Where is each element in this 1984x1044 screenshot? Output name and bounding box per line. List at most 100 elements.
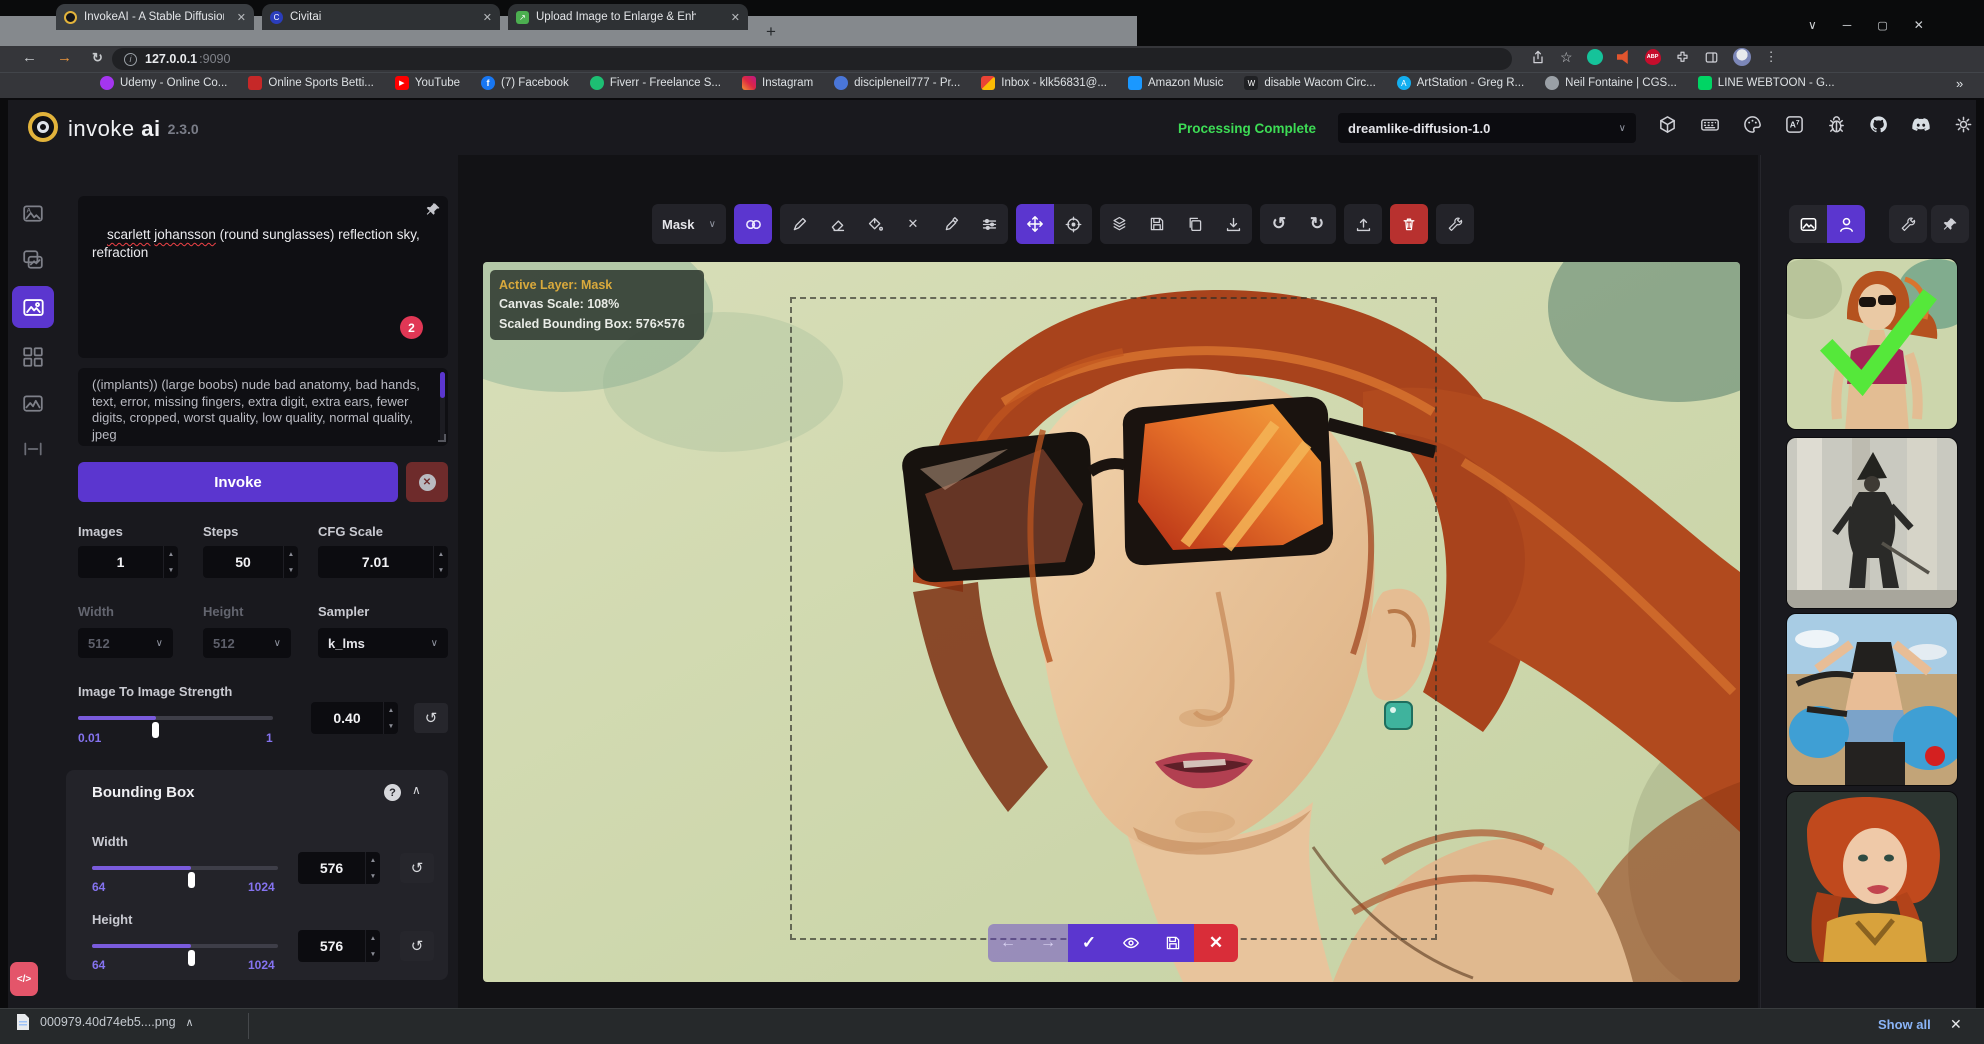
gallery-user-button[interactable] (1827, 205, 1865, 243)
pin-panel-button[interactable] (1931, 205, 1969, 243)
tab-unified-canvas[interactable] (12, 286, 54, 328)
window-close-icon[interactable]: ✕ (1914, 18, 1924, 32)
tab-close-icon[interactable]: ✕ (731, 11, 740, 24)
language-translate-icon[interactable]: A7 (1785, 115, 1804, 134)
reload-icon[interactable]: ↻ (92, 50, 103, 66)
move-tool-button[interactable] (1016, 204, 1054, 244)
bookmark-item[interactable]: Wdisable Wacom Circ... (1244, 76, 1375, 90)
volume-extension-icon[interactable] (1617, 50, 1631, 64)
url-bar[interactable]: i 127.0.0.1 :9090 (112, 48, 1512, 70)
strength-input[interactable]: 0.40▲▼ (311, 702, 398, 734)
puzzle-extension-icon[interactable] (1675, 50, 1690, 65)
cancel-button[interactable]: ✕ (406, 462, 448, 502)
cfg-input[interactable]: 7.01▲▼ (318, 546, 448, 578)
stepper-icons[interactable]: ▲▼ (383, 702, 398, 734)
stepper-icons[interactable]: ▲▼ (283, 546, 298, 578)
slider-handle[interactable] (188, 950, 195, 966)
tab-upload-image[interactable]: ↗ Upload Image to Enlarge & Enha ✕ (508, 4, 748, 30)
bookmark-item[interactable]: Online Sports Betti... (248, 76, 373, 90)
bookmarks-overflow-icon[interactable]: » (1956, 76, 1963, 91)
tab-text-to-image[interactable]: A (14, 194, 52, 232)
tab-civitai[interactable]: C Civitai ✕ (262, 4, 500, 30)
gallery-images-button[interactable] (1789, 205, 1827, 243)
save-staging-button[interactable] (1152, 924, 1194, 962)
bookmark-item[interactable]: discipleneil777 - Pr... (834, 76, 960, 90)
share-icon[interactable] (1530, 49, 1546, 65)
profile-avatar[interactable] (1733, 48, 1751, 66)
next-image-button[interactable]: → (1028, 924, 1068, 962)
help-icon[interactable]: ? (384, 784, 401, 801)
bookmark-item[interactable]: LINE WEBTOON - G... (1698, 76, 1835, 90)
bookmark-item[interactable]: f(7) Facebook (481, 76, 569, 90)
bbox-height-input[interactable]: 576▲▼ (298, 930, 380, 962)
gallery-thumbnail-selected[interactable] (1786, 258, 1958, 430)
download-file-chip[interactable]: 000979.40d74eb5....png ∧ (16, 1014, 194, 1030)
gallery-thumbnail[interactable] (1786, 613, 1958, 786)
tab-invokeai[interactable]: InvokeAI - A Stable Diffusion Too ✕ (56, 4, 254, 30)
tab-search-icon[interactable]: ∨ (1808, 18, 1817, 32)
gallery-thumbnail[interactable] (1786, 791, 1958, 963)
copy-to-clipboard-button[interactable] (1176, 204, 1214, 244)
settings-gear-icon[interactable] (1954, 115, 1973, 134)
bookmark-item[interactable]: Instagram (742, 76, 813, 90)
abp-extension-icon[interactable]: ABP (1645, 49, 1661, 65)
code-toggle-button[interactable]: </> (10, 962, 38, 996)
previous-image-button[interactable]: ← (988, 924, 1028, 962)
tab-postprocessing[interactable] (14, 384, 52, 422)
bookmark-item[interactable]: Udemy - Online Co... (100, 76, 227, 90)
tab-image-to-image[interactable] (14, 240, 52, 278)
collapse-chevron-icon[interactable]: ∧ (412, 783, 421, 797)
bookmark-item[interactable]: AArtStation - Greg R... (1397, 76, 1524, 90)
stepper-icons[interactable]: ▲▼ (163, 546, 178, 578)
reset-view-button[interactable] (1054, 204, 1092, 244)
negative-prompt-scrollbar[interactable] (440, 372, 445, 442)
steps-input[interactable]: 50▲▼ (203, 546, 298, 578)
save-to-gallery-button[interactable] (1138, 204, 1176, 244)
github-icon[interactable] (1869, 115, 1888, 134)
model-manager-cube-icon[interactable] (1658, 115, 1677, 134)
slider-handle[interactable] (152, 722, 159, 738)
brush-options-button[interactable] (970, 204, 1008, 244)
tab-close-icon[interactable]: ✕ (237, 11, 246, 24)
gallery-thumbnail[interactable] (1786, 437, 1958, 609)
stepper-icons[interactable]: ▲▼ (433, 546, 448, 578)
bookmark-item[interactable]: ▶YouTube (395, 76, 460, 90)
erase-bounding-box-button[interactable]: ✕ (894, 204, 932, 244)
show-hide-staging-button[interactable] (1110, 924, 1152, 962)
accept-image-button[interactable]: ✓ (1068, 924, 1110, 962)
bookmark-item[interactable]: Fiverr - Freelance S... (590, 76, 721, 90)
keyboard-shortcuts-icon[interactable] (1700, 115, 1720, 134)
bbox-width-reset-button[interactable]: ↺ (400, 853, 434, 883)
panel-settings-button[interactable] (1889, 205, 1927, 243)
brush-tool-button[interactable] (780, 204, 818, 244)
close-downloads-icon[interactable]: ✕ (1950, 1016, 1962, 1033)
tab-training[interactable] (14, 430, 52, 468)
width-select[interactable]: 512∨ (78, 628, 173, 658)
stepper-icons[interactable]: ▲▼ (365, 852, 380, 884)
bookmark-item[interactable]: Neil Fontaine | CGS... (1545, 76, 1677, 90)
invoke-button[interactable]: Invoke (78, 462, 398, 502)
stepper-icons[interactable]: ▲▼ (365, 930, 380, 962)
strength-reset-button[interactable]: ↺ (414, 703, 448, 733)
model-select[interactable]: dreamlike-diffusion-1.0∨ (1338, 113, 1636, 143)
tab-close-icon[interactable]: ✕ (483, 11, 492, 24)
bookmark-item[interactable]: Amazon Music (1128, 76, 1223, 90)
toggle-mask-button[interactable] (734, 204, 772, 244)
menu-kebab-icon[interactable]: ⋮ (1765, 49, 1778, 65)
mask-layer-select[interactable]: Mask∨ (652, 204, 726, 244)
back-icon[interactable]: ← (22, 49, 37, 66)
sampler-select[interactable]: k_lms∨ (318, 628, 448, 658)
pin-prompt-icon[interactable] (426, 202, 441, 217)
undo-button[interactable]: ↺ (1260, 204, 1298, 244)
window-maximize-icon[interactable]: ▢ (1877, 19, 1887, 32)
show-all-link[interactable]: Show all (1878, 1017, 1931, 1032)
report-bug-icon[interactable] (1827, 115, 1846, 134)
bookmark-item[interactable]: Inbox - klk56831@... (981, 76, 1107, 90)
discord-icon[interactable] (1911, 115, 1931, 134)
download-image-button[interactable] (1214, 204, 1252, 244)
bookmark-star-icon[interactable]: ☆ (1560, 49, 1573, 66)
fill-tool-button[interactable] (856, 204, 894, 244)
height-select[interactable]: 512∨ (203, 628, 291, 658)
redo-button[interactable]: ↻ (1298, 204, 1336, 244)
upload-image-button[interactable] (1344, 204, 1382, 244)
